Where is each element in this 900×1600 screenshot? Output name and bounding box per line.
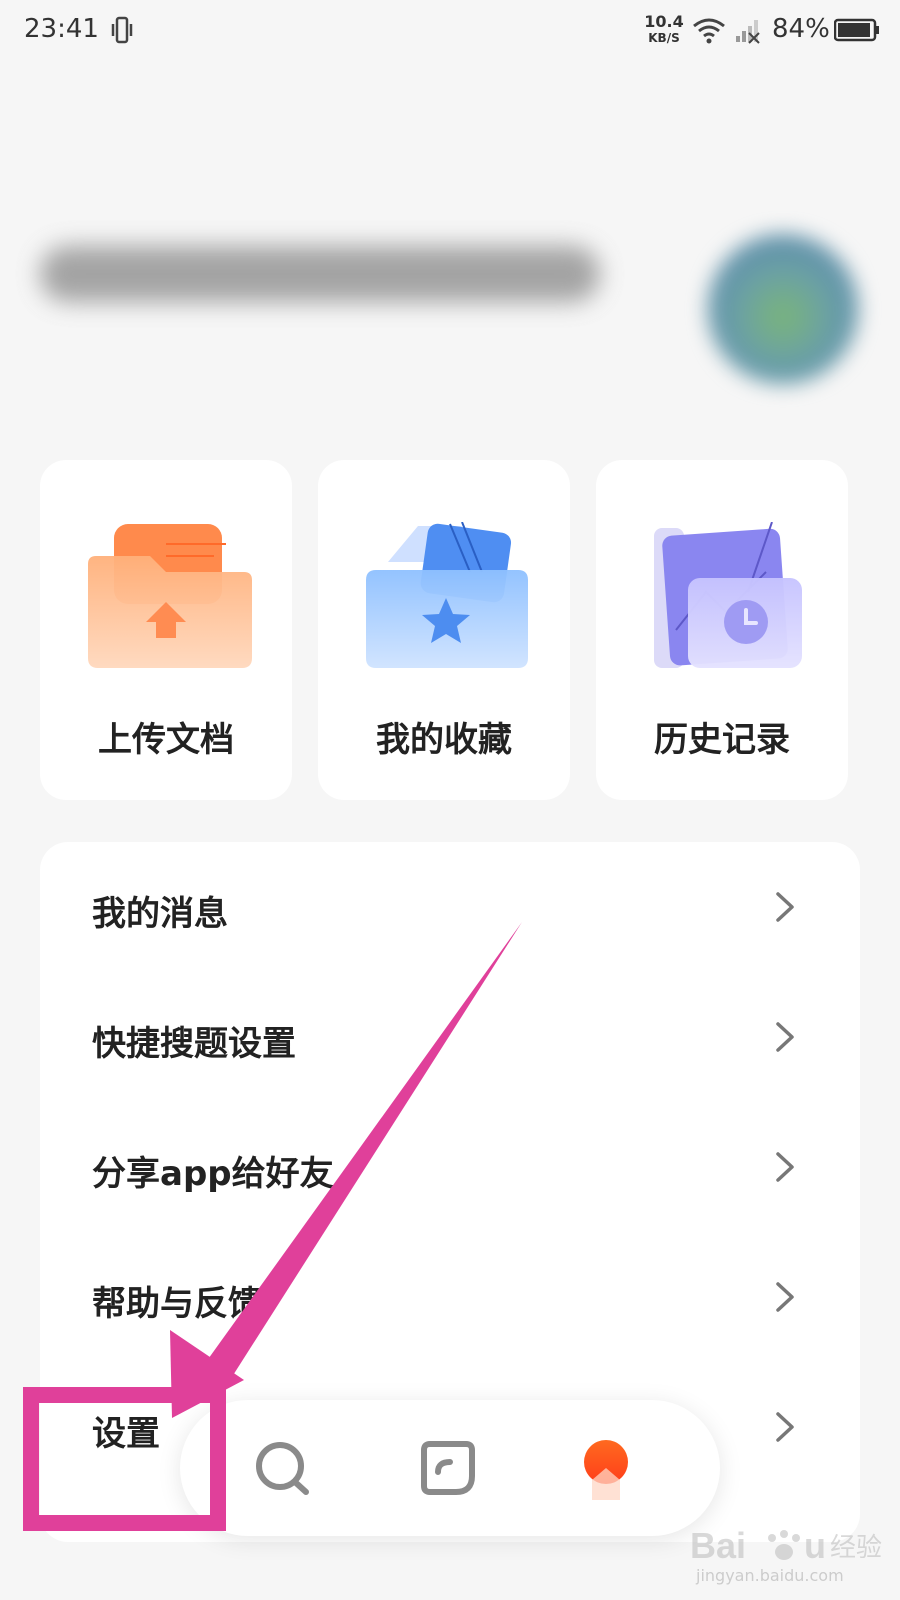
favorites-folder-icon — [366, 522, 528, 668]
menu-item-label: 快捷搜题设置 — [92, 1024, 296, 1064]
wifi-icon — [693, 18, 725, 44]
battery-icon — [834, 18, 879, 42]
card-label: 我的收藏 — [376, 720, 512, 760]
menu-item-share-app[interactable]: 分享app给好友 — [40, 1102, 860, 1232]
network-speed-unit: KB/S — [648, 31, 680, 45]
upload-folder-icon — [88, 524, 252, 668]
network-speed-value: 10.4 — [644, 12, 684, 31]
history-card[interactable]: 历史记录 — [596, 460, 848, 800]
battery-percent: 84% — [772, 14, 830, 44]
watermark-text: jingyan.baidu.com — [696, 1566, 844, 1585]
notes-icon[interactable] — [412, 1432, 484, 1504]
status-bar: 23:41 10.4 KB/S 84% — [0, 0, 900, 64]
menu-item-quick-search-settings[interactable]: 快捷搜题设置 — [40, 972, 860, 1102]
svg-text:经验: 经验 — [830, 1533, 882, 1563]
menu-item-label: 帮助与反馈 — [92, 1284, 262, 1324]
menu-item-label: 我的消息 — [92, 894, 228, 934]
profile-sun-icon[interactable] — [570, 1432, 642, 1504]
chevron-right-icon — [776, 892, 794, 922]
chevron-right-icon — [776, 1022, 794, 1052]
svg-text:Bai: Bai — [690, 1525, 746, 1566]
history-folder-icon — [654, 522, 802, 668]
avatar[interactable] — [708, 234, 858, 384]
chevron-right-icon — [776, 1282, 794, 1312]
profile-name-blurred[interactable] — [40, 246, 600, 302]
menu-item-label: 分享app给好友 — [92, 1154, 334, 1194]
status-time: 23:41 — [24, 14, 99, 44]
svg-text:u: u — [804, 1525, 826, 1566]
chevron-right-icon — [776, 1152, 794, 1182]
signal-icon — [736, 20, 760, 44]
menu-item-help-feedback[interactable]: 帮助与反馈 — [40, 1232, 860, 1362]
vibrate-icon — [111, 16, 133, 44]
menu-item-my-messages[interactable]: 我的消息 — [40, 842, 860, 972]
card-label: 历史记录 — [654, 720, 790, 760]
favorites-card[interactable]: 我的收藏 — [318, 460, 570, 800]
menu-item-label: 设置 — [92, 1414, 160, 1454]
baidu-logo-icon: Bai u 经验 — [690, 1525, 882, 1566]
upload-document-card[interactable]: 上传文档 — [40, 460, 292, 800]
baidu-watermark-logo: Bai u 经验 jingyan.baidu.com — [690, 1520, 890, 1590]
chevron-right-icon — [776, 1412, 794, 1442]
search-icon[interactable] — [248, 1432, 320, 1504]
network-speed: 10.4 KB/S — [640, 14, 688, 46]
card-label: 上传文档 — [98, 720, 234, 760]
bottom-navigation — [180, 1400, 720, 1536]
